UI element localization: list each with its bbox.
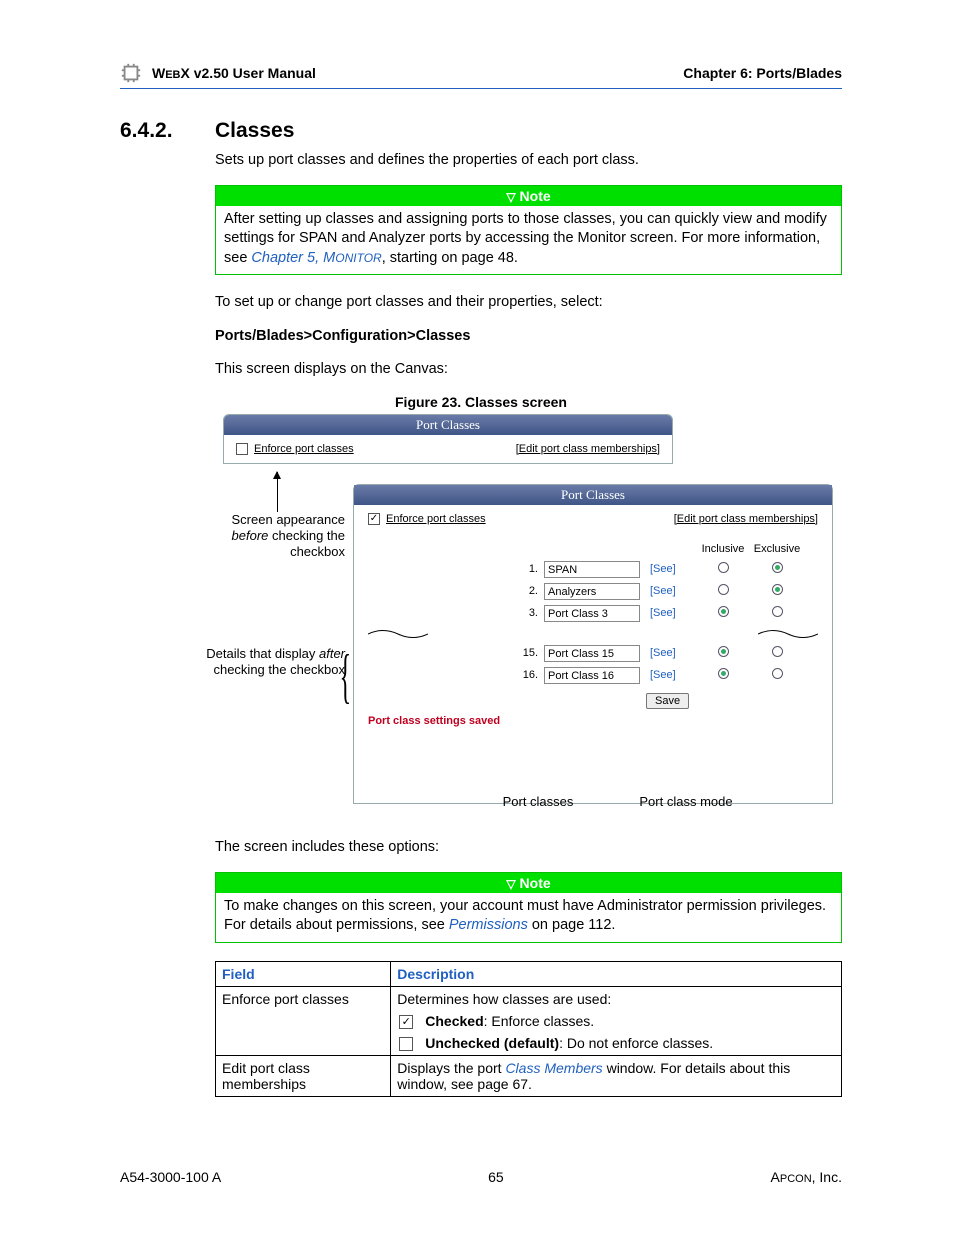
section-number: 6.4.2.: [120, 119, 215, 143]
annotation-before: Screen appearance before checking the ch…: [205, 512, 345, 561]
note-body-2: To make changes on this screen, your acc…: [216, 893, 841, 942]
class-name-input[interactable]: Port Class 15: [544, 645, 640, 662]
class-row: 16. Port Class 16 [See]: [368, 667, 818, 684]
class-row: 2. Analyzers [See]: [368, 583, 818, 600]
note-down-icon: ▽: [506, 877, 515, 891]
see-link[interactable]: [See]: [650, 563, 686, 575]
enforce-checkbox-checked[interactable]: ✓: [368, 513, 380, 525]
screenshot-composite: Port Classes Enforce port classes [Edit …: [215, 414, 842, 824]
save-button[interactable]: Save: [646, 693, 689, 709]
checked-icon: ✓: [399, 1015, 413, 1029]
panel-title-before: Port Classes: [224, 415, 672, 435]
note-box-2: ▽ Note To make changes on this screen, yo…: [215, 872, 842, 943]
see-link[interactable]: [See]: [650, 607, 686, 619]
breadcrumb: Ports/Blades>Configuration>Classes: [215, 327, 842, 347]
td-enforce-desc: Determines how classes are used: ✓Checke…: [391, 986, 842, 1055]
section-title: Classes: [215, 119, 294, 143]
class-row: 15. Port Class 15 [See]: [368, 645, 818, 662]
permissions-link[interactable]: Permissions: [449, 917, 528, 933]
note-down-icon: ▽: [506, 190, 515, 204]
panel-before: Port Classes Enforce port classes [Edit …: [223, 414, 673, 464]
annotation-after: Details that display after checking the …: [205, 646, 345, 679]
inclusive-radio[interactable]: [718, 562, 729, 573]
see-link[interactable]: [See]: [650, 585, 686, 597]
td-enforce: Enforce port classes: [216, 986, 391, 1055]
chapter5-link[interactable]: Chapter 5, MONITOR: [251, 250, 381, 266]
exclusive-radio[interactable]: [772, 668, 783, 679]
caption-port-classes: Port classes: [483, 794, 593, 809]
enforce-checkbox-unchecked[interactable]: [236, 443, 248, 455]
figure-caption: Figure 23. Classes screen: [120, 394, 842, 410]
th-description: Description: [391, 961, 842, 986]
unchecked-icon: [399, 1037, 413, 1051]
page-header: WEBX v2.50 User Manual Chapter 6: Ports/…: [120, 62, 842, 89]
intro-text: Sets up port classes and defines the pro…: [215, 151, 842, 171]
inclusive-radio[interactable]: [718, 668, 729, 679]
class-row: 3. Port Class 3 [See]: [368, 605, 818, 622]
doc-number: A54-3000-100 A: [120, 1169, 221, 1185]
manual-title: WEBX v2.50 User Manual: [152, 65, 316, 81]
note-label: Note: [520, 188, 551, 204]
class-row: 1. SPAN [See]: [368, 561, 818, 578]
page-footer: A54-3000-100 A 65 APCON, Inc.: [120, 1169, 842, 1185]
exclusive-radio[interactable]: [772, 606, 783, 617]
caption-port-class-mode: Port class mode: [631, 794, 741, 809]
note-body-1: After setting up classes and assigning p…: [216, 206, 841, 275]
inclusive-radio[interactable]: [718, 584, 729, 595]
enforce-label-before[interactable]: Enforce port classes: [254, 443, 354, 455]
panel-after: Port Classes ✓ Enforce port classes [Edi…: [353, 484, 833, 804]
class-name-input[interactable]: Analyzers: [544, 583, 640, 600]
col-exclusive: Exclusive: [750, 543, 804, 555]
company-name: APCON, Inc.: [771, 1169, 842, 1185]
canvas-line: This screen displays on the Canvas:: [215, 360, 842, 380]
th-field: Field: [216, 961, 391, 986]
class-name-input[interactable]: SPAN: [544, 561, 640, 578]
setup-line: To set up or change port classes and the…: [215, 293, 842, 313]
td-edit: Edit port class memberships: [216, 1055, 391, 1096]
inclusive-radio[interactable]: [718, 606, 729, 617]
exclusive-radio[interactable]: [772, 584, 783, 595]
see-link[interactable]: [See]: [650, 647, 686, 659]
see-link[interactable]: [See]: [650, 669, 686, 681]
class-name-input[interactable]: Port Class 16: [544, 667, 640, 684]
arrow-up-icon: [277, 472, 278, 512]
field-table: Field Description Enforce port classes D…: [215, 961, 842, 1097]
note-box-1: ▽ Note After setting up classes and assig…: [215, 185, 842, 276]
panel-title-after: Port Classes: [354, 485, 832, 505]
saved-message: Port class settings saved: [368, 715, 818, 727]
col-inclusive: Inclusive: [696, 543, 750, 555]
chip-icon: [120, 62, 142, 84]
class-name-input[interactable]: Port Class 3: [544, 605, 640, 622]
exclusive-radio[interactable]: [772, 562, 783, 573]
enforce-label-after[interactable]: Enforce port classes: [386, 513, 486, 525]
page-number: 65: [221, 1169, 770, 1185]
inclusive-radio[interactable]: [718, 646, 729, 657]
note-label: Note: [520, 875, 551, 891]
exclusive-radio[interactable]: [772, 646, 783, 657]
edit-memberships-link-before[interactable]: [Edit port class memberships]: [516, 443, 660, 455]
options-line: The screen includes these options:: [215, 838, 842, 858]
edit-memberships-link-after[interactable]: [Edit port class memberships]: [674, 513, 818, 525]
class-members-link[interactable]: Class Members: [505, 1060, 602, 1076]
td-edit-desc: Displays the port Class Members window. …: [391, 1055, 842, 1096]
chapter-title: Chapter 6: Ports/Blades: [683, 65, 842, 81]
